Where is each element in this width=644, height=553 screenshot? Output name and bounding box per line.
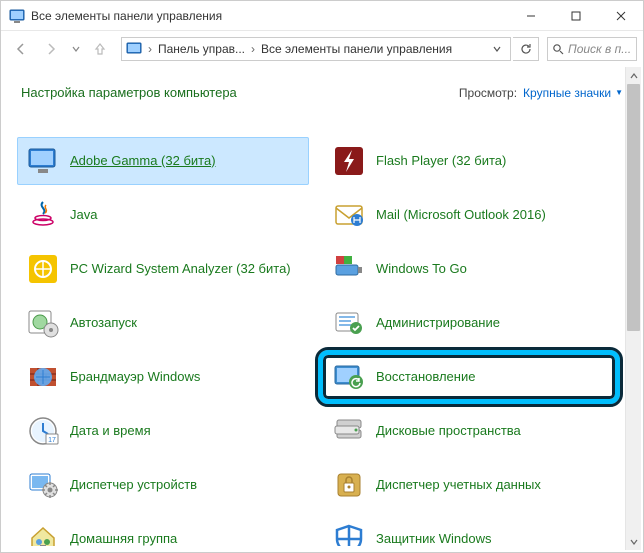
refresh-button[interactable] xyxy=(513,37,539,61)
control-panel-item[interactable]: Администрирование xyxy=(323,299,615,347)
control-panel-icon xyxy=(126,41,142,57)
devmgr-icon xyxy=(26,468,60,502)
control-panel-item[interactable]: Защитник Windows xyxy=(323,515,615,546)
control-panel-item[interactable]: Диспетчер устройств xyxy=(17,461,309,509)
item-label: Диспетчер устройств xyxy=(70,477,197,493)
breadcrumb-segment[interactable]: Панель управ... xyxy=(154,42,249,56)
firewall-icon xyxy=(26,360,60,394)
item-label: Windows To Go xyxy=(376,261,467,277)
scroll-track[interactable] xyxy=(626,84,641,533)
autoplay-icon xyxy=(26,306,60,340)
scroll-thumb[interactable] xyxy=(627,84,640,331)
navbar: › Панель управ... › Все элементы панели … xyxy=(1,31,643,67)
control-panel-item[interactable]: Mail (Microsoft Outlook 2016) xyxy=(323,191,615,239)
item-label: Восстановление xyxy=(376,369,475,385)
item-label: Диспетчер учетных данных xyxy=(376,477,541,493)
page-title: Настройка параметров компьютера xyxy=(21,85,459,100)
control-panel-item[interactable]: Дисковые пространства xyxy=(323,407,615,455)
address-bar[interactable]: › Панель управ... › Все элементы панели … xyxy=(121,37,511,61)
minimize-button[interactable] xyxy=(508,1,553,31)
flash-icon xyxy=(332,144,366,178)
nav-up-button[interactable] xyxy=(87,36,113,62)
nav-history-dropdown[interactable] xyxy=(67,35,85,63)
search-placeholder: Поиск в п... xyxy=(568,42,631,56)
view-label: Просмотр: xyxy=(459,86,517,100)
control-panel-icon xyxy=(9,8,25,24)
control-panel-item[interactable]: Adobe Gamma (32 бита) xyxy=(17,137,309,185)
item-label: Java xyxy=(70,207,97,223)
control-panel-item[interactable]: Java xyxy=(17,191,309,239)
item-label: Автозапуск xyxy=(70,315,137,331)
vertical-scrollbar[interactable] xyxy=(625,67,641,550)
item-label: Adobe Gamma (32 бита) xyxy=(70,153,216,169)
togo-icon xyxy=(332,252,366,286)
item-label: Администрирование xyxy=(376,315,500,331)
control-panel-item[interactable]: Windows To Go xyxy=(323,245,615,293)
control-panel-item[interactable]: Автозапуск xyxy=(17,299,309,347)
view-dropdown[interactable]: Крупные значки ▼ xyxy=(523,86,623,100)
nav-back-button[interactable] xyxy=(7,35,35,63)
svg-text:17: 17 xyxy=(48,437,56,444)
recovery-icon xyxy=(332,360,366,394)
view-value-text: Крупные значки xyxy=(523,86,611,100)
item-label: Дисковые пространства xyxy=(376,423,521,439)
storage-icon xyxy=(332,414,366,448)
close-button[interactable] xyxy=(598,1,643,31)
control-panel-item[interactable]: PC Wizard System Analyzer (32 бита) xyxy=(17,245,309,293)
nav-forward-button[interactable] xyxy=(37,35,65,63)
scroll-down-button[interactable] xyxy=(626,533,641,550)
titlebar: Все элементы панели управления xyxy=(1,1,643,31)
window-controls xyxy=(508,1,643,31)
control-panel-item[interactable]: Восстановление xyxy=(323,353,615,401)
window-title: Все элементы панели управления xyxy=(31,9,222,23)
items-grid: Adobe Gamma (32 бита) Flash Player (32 би… xyxy=(9,131,623,546)
control-panel-item[interactable]: Диспетчер учетных данных xyxy=(323,461,615,509)
defender-icon xyxy=(332,522,366,546)
item-label: Защитник Windows xyxy=(376,531,491,546)
item-label: Домашняя группа xyxy=(70,531,177,546)
control-panel-item[interactable]: Домашняя группа xyxy=(17,515,309,546)
breadcrumb-segment[interactable]: Все элементы панели управления xyxy=(257,42,456,56)
wizard-icon xyxy=(26,252,60,286)
admin-icon xyxy=(332,306,366,340)
search-input[interactable]: Поиск в п... xyxy=(547,37,637,61)
item-label: Mail (Microsoft Outlook 2016) xyxy=(376,207,546,223)
address-dropdown[interactable] xyxy=(488,44,506,54)
search-icon xyxy=(552,43,564,55)
item-label: PC Wizard System Analyzer (32 бита) xyxy=(70,261,291,277)
item-label: Дата и время xyxy=(70,423,151,439)
control-panel-item[interactable]: Брандмауэр Windows xyxy=(17,353,309,401)
chevron-right-icon[interactable]: › xyxy=(146,42,154,56)
control-panel-item[interactable]: 17 Дата и время xyxy=(17,407,309,455)
item-label: Flash Player (32 бита) xyxy=(376,153,506,169)
scroll-up-button[interactable] xyxy=(626,67,641,84)
control-panel-item[interactable]: Flash Player (32 бита) xyxy=(323,137,615,185)
credmgr-icon xyxy=(332,468,366,502)
maximize-button[interactable] xyxy=(553,1,598,31)
clock-icon: 17 xyxy=(26,414,60,448)
items-area: Adobe Gamma (32 бита) Flash Player (32 би… xyxy=(9,131,623,546)
homegroup-icon xyxy=(26,522,60,546)
item-label: Брандмауэр Windows xyxy=(70,369,200,385)
monitor-icon xyxy=(26,144,60,178)
chevron-down-icon: ▼ xyxy=(615,88,623,97)
mail-icon xyxy=(332,198,366,232)
content-header: Настройка параметров компьютера Просмотр… xyxy=(1,67,643,108)
java-icon xyxy=(26,198,60,232)
chevron-right-icon[interactable]: › xyxy=(249,42,257,56)
